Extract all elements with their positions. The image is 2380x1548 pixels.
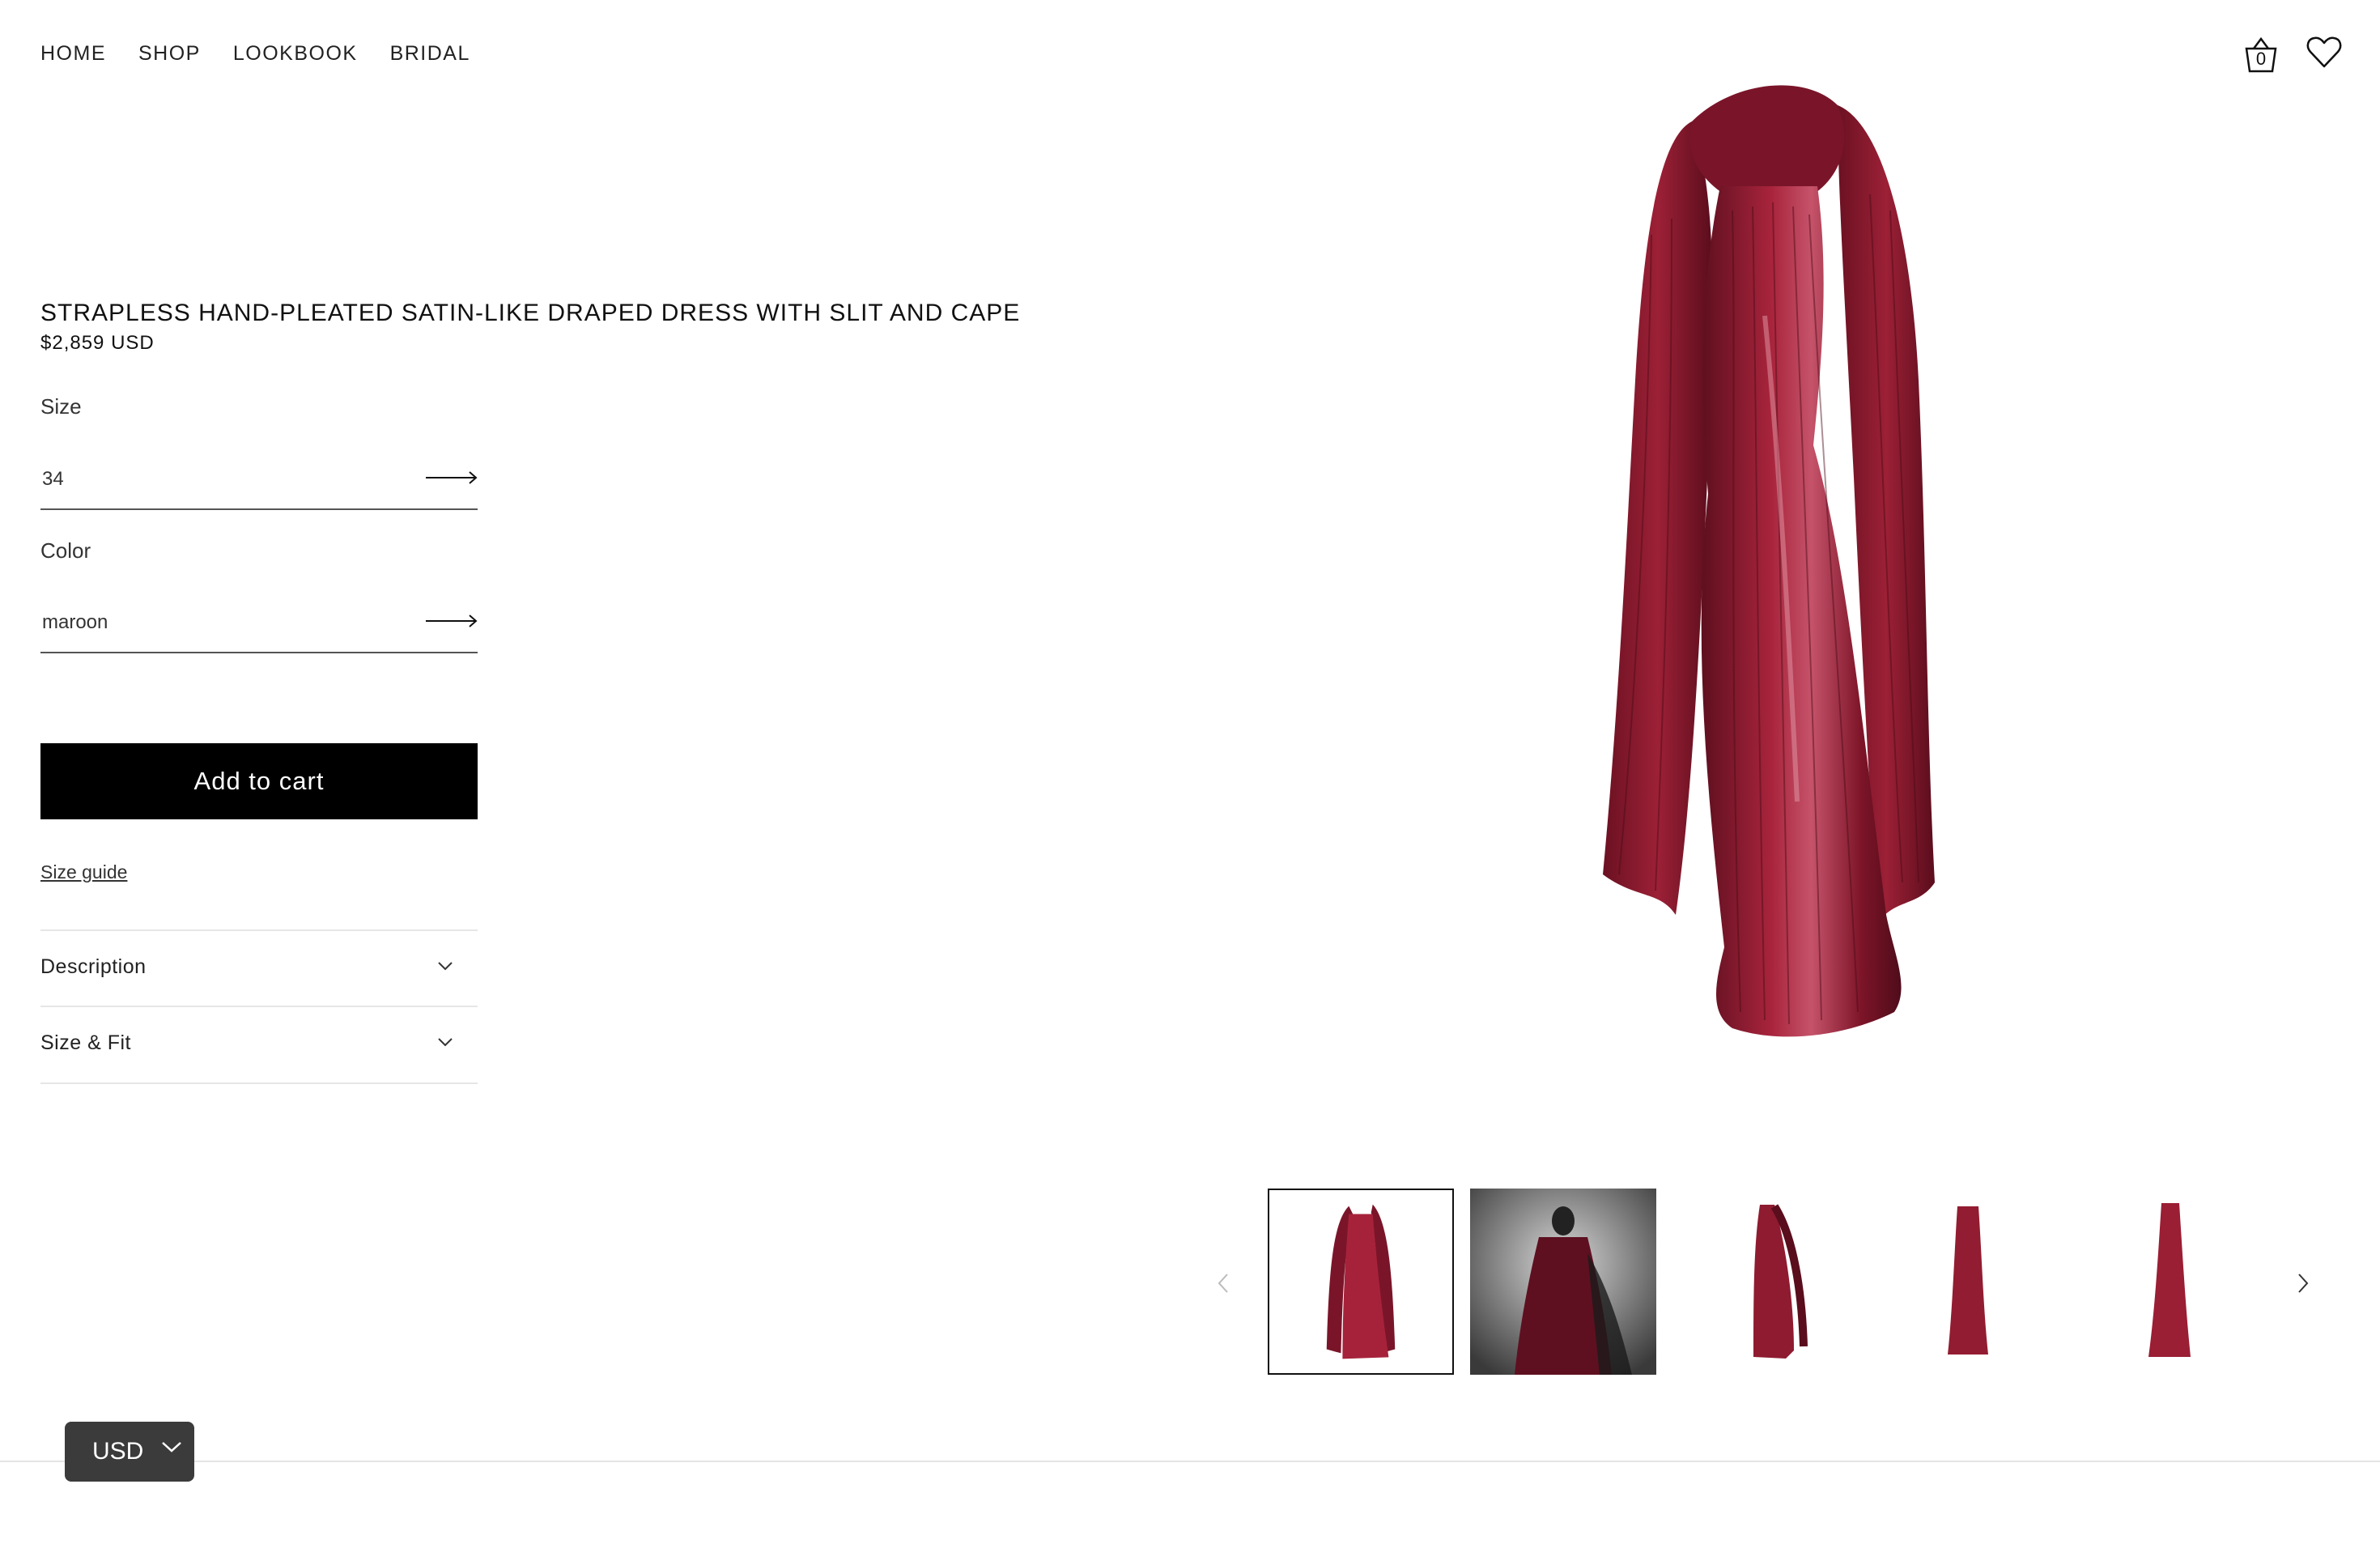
accordion-label: Description <box>40 955 147 978</box>
gallery-thumbnail-3[interactable] <box>1672 1189 1859 1375</box>
gallery-next-arrow[interactable] <box>2294 1271 2312 1295</box>
color-label: Color <box>40 538 91 563</box>
nav-bridal[interactable]: BRIDAL <box>390 42 470 66</box>
cart-count: 0 <box>2255 49 2267 69</box>
chevron-down-icon <box>438 1038 453 1047</box>
gallery-thumbnail-1[interactable] <box>1268 1189 1454 1375</box>
currency-code: USD <box>92 1438 144 1465</box>
size-select[interactable]: 34 <box>40 445 478 510</box>
size-value: 34 <box>42 468 64 490</box>
nav-home[interactable]: HOME <box>40 42 106 66</box>
thumbnail-image <box>1326 1204 1396 1359</box>
nav-lookbook[interactable]: LOOKBOOK <box>233 42 358 66</box>
arrow-right-icon <box>426 615 478 627</box>
chevron-down-icon <box>438 962 453 971</box>
gallery-thumbnail-2[interactable] <box>1470 1189 1656 1375</box>
gallery-thumbnail-5[interactable] <box>2077 1189 2263 1375</box>
thumbnail-image <box>1753 1204 1808 1359</box>
footer-divider <box>0 1461 2380 1462</box>
chevron-down-icon <box>162 1442 181 1452</box>
thumbnail-image <box>1470 1189 1656 1375</box>
product-main-image <box>1603 85 1935 1037</box>
heart-icon <box>2306 36 2342 68</box>
wishlist-button[interactable] <box>2306 36 2343 70</box>
product-title: STRAPLESS HAND-PLEATED SATIN-LIKE DRAPED… <box>40 300 1021 326</box>
size-guide-link[interactable]: Size guide <box>40 861 127 883</box>
gallery-prev-arrow[interactable] <box>1214 1271 1232 1295</box>
gallery-thumbnail-4[interactable] <box>1875 1189 2061 1375</box>
thumbnail-image <box>2148 1203 2191 1357</box>
product-price: $2,859 USD <box>40 332 155 354</box>
arrow-right-icon <box>426 471 478 484</box>
color-value: maroon <box>42 611 108 633</box>
nav-shop[interactable]: SHOP <box>138 42 201 66</box>
size-label: Size <box>40 394 82 419</box>
color-select[interactable]: maroon <box>40 589 478 653</box>
accordion-description[interactable]: Description <box>40 929 478 1006</box>
main-nav: HOME SHOP LOOKBOOK BRIDAL <box>40 42 470 66</box>
currency-selector[interactable]: USD <box>65 1422 194 1482</box>
accordion-label: Size & Fit <box>40 1031 131 1054</box>
accordion-size-fit[interactable]: Size & Fit <box>40 1006 478 1084</box>
thumbnail-image <box>1948 1206 1988 1354</box>
add-to-cart-button[interactable]: Add to cart <box>40 743 478 819</box>
cart-button[interactable]: 0 <box>2242 36 2280 74</box>
